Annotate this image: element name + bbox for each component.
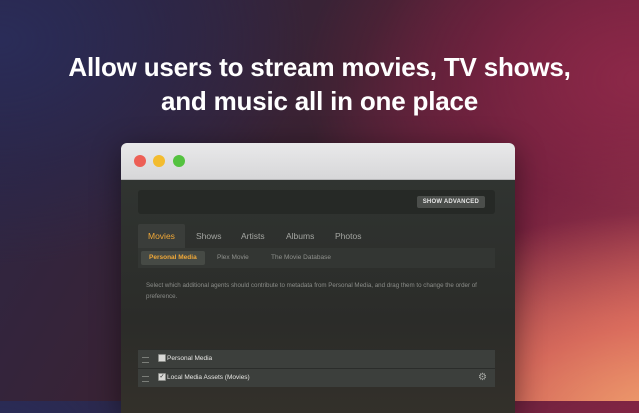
- drag-handle-icon[interactable]: [142, 357, 149, 363]
- zoom-window-button[interactable]: [173, 155, 185, 167]
- show-advanced-button[interactable]: SHOW ADVANCED: [416, 196, 485, 208]
- headline: Allow users to stream movies, TV shows, …: [0, 50, 639, 118]
- window-titlebar: [121, 143, 515, 180]
- subtab-personal-media[interactable]: Personal Media: [141, 251, 205, 265]
- tab-photos[interactable]: Photos: [335, 224, 361, 248]
- minimize-window-button[interactable]: [153, 155, 165, 167]
- tab-movies[interactable]: Movies: [138, 224, 185, 248]
- tab-shows[interactable]: Shows: [196, 224, 222, 248]
- agent-checkbox-local-media-assets[interactable]: ✓: [158, 373, 166, 381]
- toolbar: SHOW ADVANCED: [138, 190, 495, 214]
- settings-panel: SHOW ADVANCED Movies Shows Artists Album…: [121, 180, 515, 413]
- subtab-plex-movie[interactable]: Plex Movie: [217, 251, 249, 265]
- tab-artists[interactable]: Artists: [241, 224, 265, 248]
- agents-description: Select which additional agents should co…: [146, 282, 477, 300]
- drag-handle-icon[interactable]: [142, 376, 149, 382]
- agent-label: Personal Media: [167, 355, 213, 362]
- app-window: SHOW ADVANCED Movies Shows Artists Album…: [121, 143, 515, 413]
- subtab-movie-database[interactable]: The Movie Database: [271, 251, 331, 265]
- headline-line-2: and music all in one place: [160, 86, 478, 116]
- tab-albums[interactable]: Albums: [286, 224, 314, 248]
- agent-label: Local Media Assets (Movies): [167, 374, 250, 381]
- agent-row-local-media-assets[interactable]: ✓ Local Media Assets (Movies) ⚙: [138, 368, 495, 387]
- library-tabs: Movies Shows Artists Albums Photos: [138, 224, 495, 248]
- agent-subtabs: Personal Media Plex Movie The Movie Data…: [138, 248, 495, 268]
- agent-row-personal-media[interactable]: Personal Media: [138, 349, 495, 368]
- gear-icon[interactable]: ⚙: [478, 372, 487, 384]
- headline-line-1: Allow users to stream movies, TV shows,: [68, 52, 571, 82]
- close-window-button[interactable]: [134, 155, 146, 167]
- agent-checkbox-personal-media[interactable]: [158, 354, 166, 362]
